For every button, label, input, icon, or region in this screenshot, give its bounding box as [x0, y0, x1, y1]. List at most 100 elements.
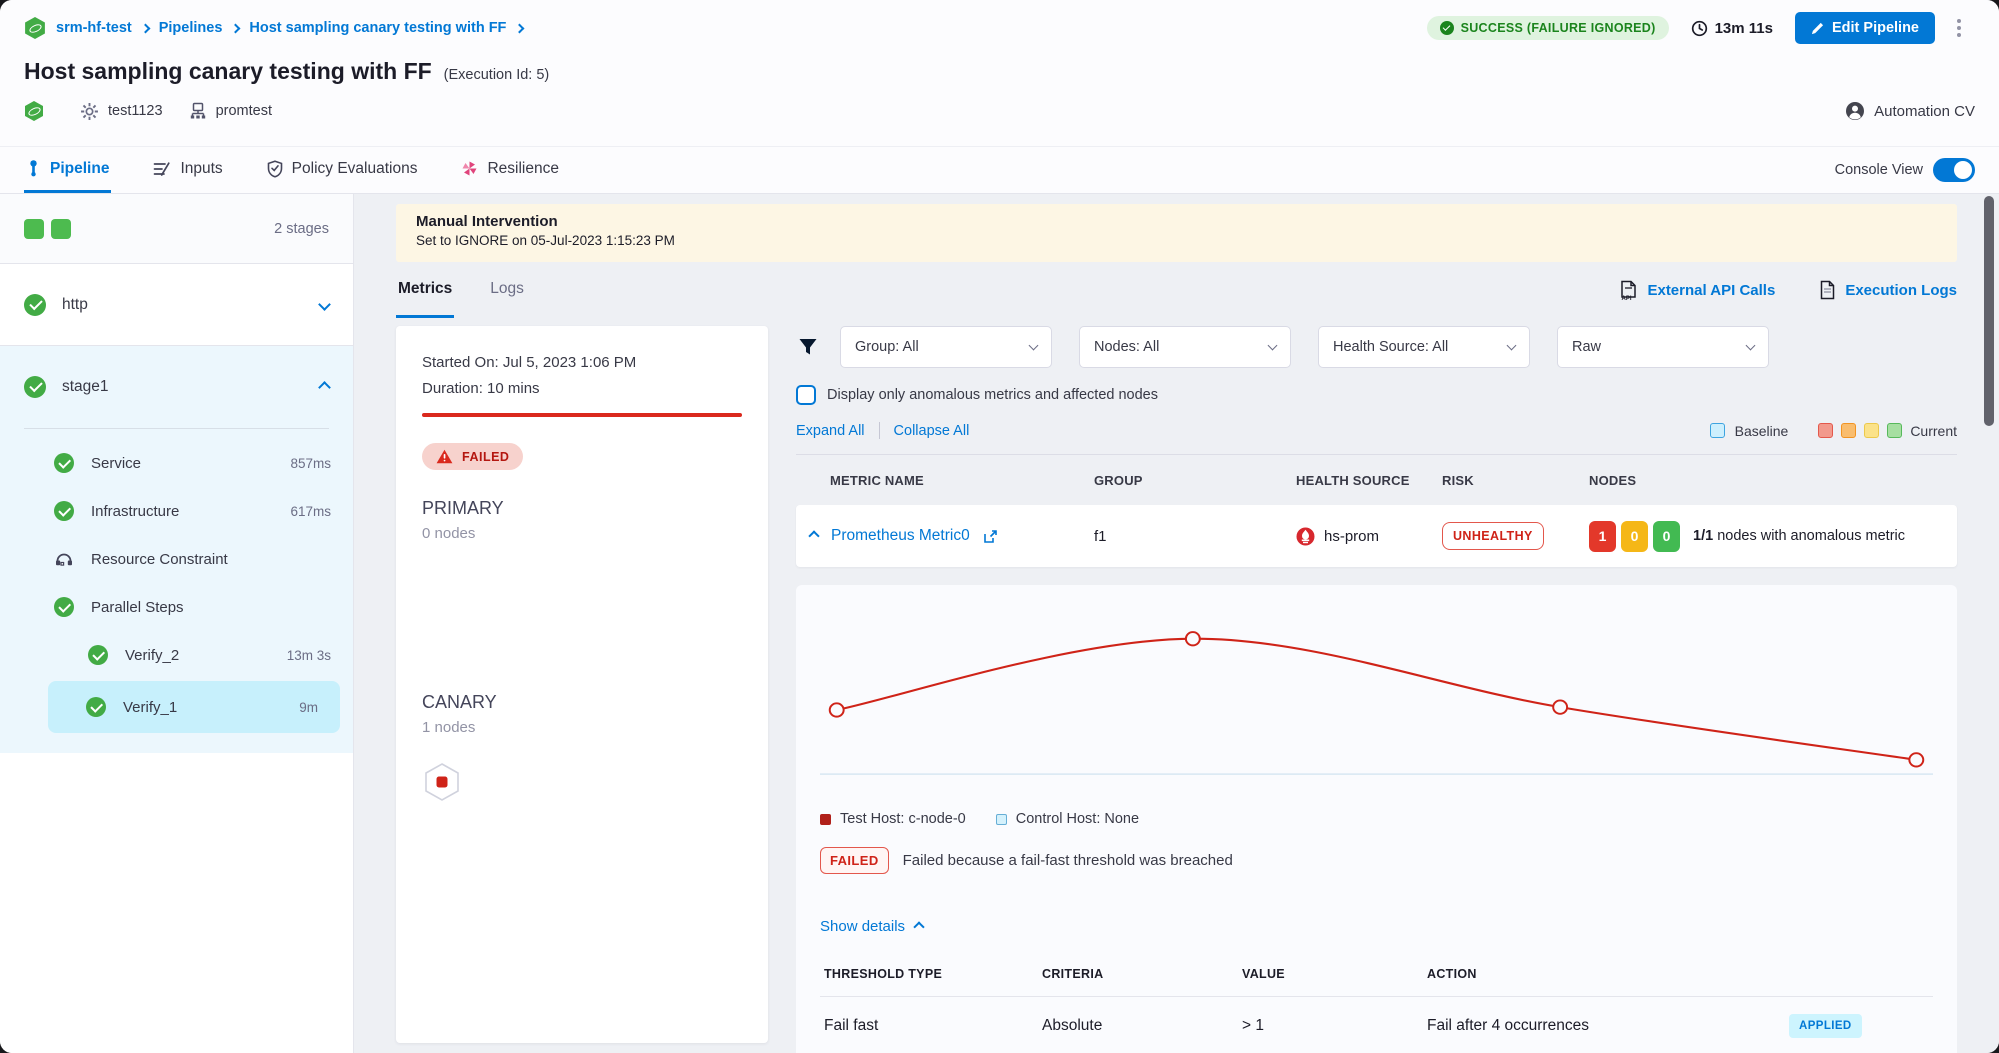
health-source-filter-dropdown[interactable]: Health Source: All: [1318, 326, 1530, 368]
step-label: Infrastructure: [91, 503, 179, 520]
external-link-icon[interactable]: [983, 529, 998, 544]
console-view-toggle[interactable]: [1933, 158, 1975, 182]
failed-badge: FAILED: [820, 847, 889, 874]
stage-square-icon: [51, 219, 71, 239]
sidebar-step-verify1-selected[interactable]: Verify_1 9m: [48, 681, 340, 733]
external-api-calls-link[interactable]: API External API Calls: [1619, 280, 1775, 301]
anomalous-checkbox[interactable]: [796, 385, 816, 405]
nodes-filter-dropdown[interactable]: Nodes: All: [1079, 326, 1291, 368]
col-action: ACTION: [1427, 967, 1789, 981]
metrics-panel: Group: All Nodes: All Health Source: All: [796, 326, 1957, 1053]
baseline-swatch-icon: [1710, 423, 1725, 438]
sidebar-step-verify2[interactable]: Verify_2 13m 3s: [0, 631, 353, 679]
tab-inputs[interactable]: Inputs: [151, 147, 224, 193]
sidebar-stage-http[interactable]: http: [0, 264, 353, 346]
group-filter-dropdown[interactable]: Group: All: [840, 326, 1052, 368]
step-label: Resource Constraint: [91, 551, 228, 568]
filter-row: Group: All Nodes: All Health Source: All: [796, 326, 1957, 368]
failed-node-square-icon: [437, 777, 448, 788]
resilience-icon: [461, 160, 478, 177]
sidebar-stage-stage1[interactable]: stage1: [0, 346, 353, 428]
stage-stage1-label: stage1: [62, 378, 109, 396]
tab-metrics[interactable]: Metrics: [396, 262, 454, 318]
col-health-source: HEALTH SOURCE: [1296, 473, 1442, 488]
breadcrumb-pipeline-name[interactable]: Host sampling canary testing with FF: [249, 20, 506, 36]
test-host-swatch-icon: [820, 814, 831, 825]
canary-group-label: CANARY: [422, 692, 742, 713]
primary-nodes-count: 0 nodes: [422, 525, 742, 542]
primary-group-label: PRIMARY: [422, 498, 742, 519]
chart-legend: Test Host: c-node-0 Control Host: None: [820, 811, 1933, 827]
edit-pipeline-label: Edit Pipeline: [1832, 20, 1919, 36]
api-document-icon: API: [1619, 280, 1638, 301]
chevron-up-icon: [318, 381, 331, 394]
current-green-swatch-icon: [1887, 423, 1902, 438]
chevron-down-icon: [1746, 341, 1756, 351]
execution-logs-link[interactable]: Execution Logs: [1819, 280, 1957, 300]
status-badge: SUCCESS (FAILURE IGNORED): [1427, 16, 1669, 40]
anomalous-checkbox-label: Display only anomalous metrics and affec…: [827, 387, 1158, 403]
chevron-right-icon: [140, 23, 150, 33]
metric-detail-card: Test Host: c-node-0 Control Host: None F…: [796, 585, 1957, 1053]
control-host-label: Control Host: None: [1016, 811, 1139, 827]
sidebar-step-service[interactable]: Service 857ms: [0, 439, 353, 487]
nodes-cell: 1 0 0 1/1 nodes with anomalous metric: [1589, 521, 1943, 552]
current-red-swatch-icon: [1818, 423, 1833, 438]
show-details-link[interactable]: Show details: [820, 918, 923, 935]
metrics-table-header: METRIC NAME GROUP HEALTH SOURCE RISK NOD…: [796, 455, 1957, 505]
metric-name-link[interactable]: Prometheus Metric0: [831, 527, 970, 545]
tab-logs[interactable]: Logs: [488, 262, 526, 318]
col-risk: RISK: [1442, 473, 1589, 488]
sidebar-step-resource-constraint[interactable]: Resource Constraint: [0, 535, 353, 583]
expand-all-link[interactable]: Expand All: [796, 423, 865, 439]
breadcrumb-pipelines[interactable]: Pipelines: [159, 20, 223, 36]
step-duration: 857ms: [290, 456, 331, 471]
metric-chart-svg: [820, 605, 1933, 795]
execution-sidebar: 2 stages http stage1 Service: [0, 194, 354, 1053]
metric-row-prometheus-metric0[interactable]: Prometheus Metric0 f1: [796, 505, 1957, 567]
tab-resilience[interactable]: Resilience: [459, 147, 561, 193]
started-on: Started On: Jul 5, 2023 1:06 PM: [422, 354, 742, 371]
baseline-legend-label: Baseline: [1735, 423, 1789, 439]
console-view-control: Console View: [1835, 147, 1975, 193]
step-duration: 617ms: [290, 504, 331, 519]
risk-badge: UNHEALTHY: [1442, 522, 1544, 550]
divider: [879, 422, 880, 439]
data-mode-dropdown[interactable]: Raw: [1557, 326, 1769, 368]
resource-constraint-icon: [54, 550, 74, 568]
threshold-table-row: Fail fast Absolute > 1 Fail after 4 occu…: [820, 997, 1933, 1053]
success-check-icon: [88, 645, 108, 665]
duration: Duration: 10 mins: [422, 380, 742, 397]
more-options-button[interactable]: [1957, 19, 1961, 23]
user-avatar-icon: [1845, 101, 1865, 121]
show-details-label: Show details: [820, 918, 905, 935]
threshold-type-value: Fail fast: [824, 1017, 1042, 1035]
test-host-label: Test Host: c-node-0: [840, 811, 966, 827]
stage-square-icon: [24, 219, 44, 239]
collapse-row-chevron-icon[interactable]: [808, 530, 819, 541]
edit-pipeline-button[interactable]: Edit Pipeline: [1795, 12, 1935, 44]
value-value: > 1: [1242, 1017, 1427, 1035]
tab-pipeline[interactable]: Pipeline: [24, 147, 111, 193]
step-label: Service: [91, 455, 141, 472]
col-nodes: NODES: [1589, 473, 1943, 488]
environment-meta: promtest: [189, 102, 272, 120]
banner-message: Set to IGNORE on 05-Jul-2023 1:15:23 PM: [416, 233, 1937, 248]
tab-policy-evaluations-label: Policy Evaluations: [292, 160, 418, 178]
nodes-ratio-text: nodes with anomalous metric: [1717, 528, 1905, 544]
canary-node-hexagon[interactable]: [422, 762, 462, 802]
user-scope: Automation CV: [1845, 101, 1975, 121]
step-label: Verify_2: [125, 647, 179, 664]
chart-color-legend: Baseline Current: [1710, 423, 1957, 439]
group-filter-value: Group: All: [855, 339, 919, 355]
col-group: GROUP: [1094, 473, 1296, 488]
failure-reason-row: FAILED Failed because a fail-fast thresh…: [820, 847, 1933, 874]
collapse-all-link[interactable]: Collapse All: [894, 423, 970, 439]
breadcrumb-project[interactable]: srm-hf-test: [56, 20, 132, 36]
sidebar-step-parallel-steps[interactable]: Parallel Steps: [0, 583, 353, 631]
sidebar-step-infrastructure[interactable]: Infrastructure 617ms: [0, 487, 353, 535]
col-metric-name: METRIC NAME: [810, 473, 1094, 488]
chevron-down-icon: [1507, 341, 1517, 351]
tab-policy-evaluations[interactable]: Policy Evaluations: [265, 147, 420, 193]
vertical-scrollbar-thumb[interactable]: [1984, 196, 1994, 426]
